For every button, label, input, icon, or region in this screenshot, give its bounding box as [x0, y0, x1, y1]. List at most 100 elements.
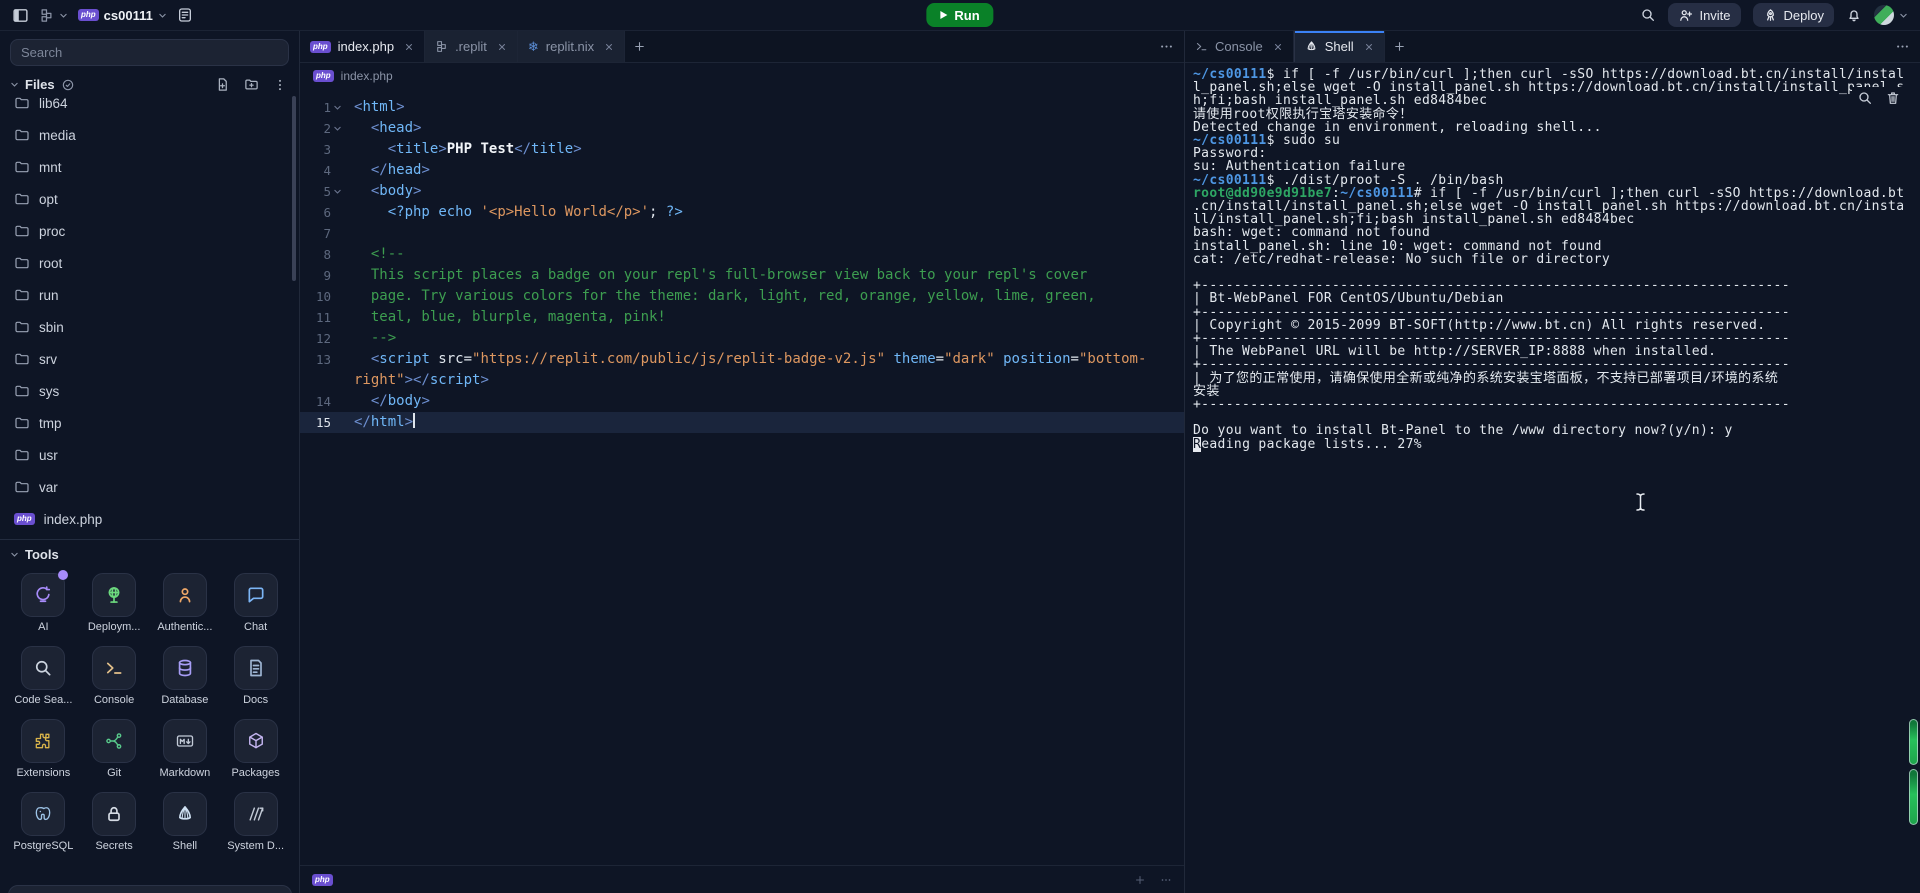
tab-index.php[interactable]: phpindex.php	[300, 31, 425, 62]
terminal[interactable]: ~/cs00111$ if [ -f /usr/bin/curl ];then …	[1185, 63, 1920, 893]
php-icon: php	[78, 9, 99, 21]
tab-shell[interactable]: Shell	[1294, 31, 1385, 62]
person-icon	[175, 585, 195, 605]
tool-ai[interactable]: AI	[8, 573, 79, 633]
tool-label: Authentic...	[150, 621, 221, 633]
tool-shell[interactable]: Shell	[150, 792, 221, 852]
chevron-down-icon[interactable]	[10, 550, 19, 559]
code-line[interactable]: 10 page. Try various colors for the them…	[300, 286, 1184, 307]
code-line[interactable]: 2 <head>	[300, 118, 1184, 139]
new-tab-button[interactable]	[633, 40, 646, 53]
tab-replit.nix[interactable]: ❄replit.nix	[518, 31, 625, 62]
scrollbar-thumb[interactable]	[1909, 769, 1918, 825]
chevron-down-icon	[158, 11, 167, 20]
invite-button[interactable]: Invite	[1668, 3, 1740, 27]
scrollbar-thumb[interactable]	[1909, 719, 1918, 765]
new-tab-button[interactable]	[1393, 40, 1406, 53]
sidebar-scrollbar[interactable]	[292, 96, 296, 281]
code-line[interactable]: 3 <title>PHP Test</title>	[300, 139, 1184, 160]
tool-console[interactable]: Console	[79, 646, 150, 706]
sidebar-toggle-icon[interactable]	[12, 7, 29, 24]
file-item-sys[interactable]: sys	[0, 375, 299, 407]
ellipsis-icon[interactable]	[1159, 39, 1174, 54]
file-item-opt[interactable]: opt	[0, 183, 299, 215]
code-line[interactable]: 11 teal, blue, blurple, magenta, pink!	[300, 307, 1184, 328]
file-item-mnt[interactable]: mnt	[0, 151, 299, 183]
tool-label: Deploym...	[79, 621, 150, 633]
code-line[interactable]: 8 <!--	[300, 244, 1184, 265]
tool-code-sea[interactable]: Code Sea...	[8, 646, 79, 706]
line-number: 6	[323, 202, 331, 223]
repl-menu[interactable]	[39, 8, 68, 23]
history-icon[interactable]	[177, 7, 193, 23]
tab-console[interactable]: Console	[1185, 31, 1294, 62]
tab-label: index.php	[338, 39, 394, 54]
tool-extensions[interactable]: Extensions	[8, 719, 79, 779]
file-item-var[interactable]: var	[0, 471, 299, 503]
trash-icon[interactable]	[1885, 90, 1901, 106]
file-item-usr[interactable]: usr	[0, 439, 299, 471]
close-icon[interactable]	[1273, 42, 1283, 52]
deploy-button[interactable]: Deploy	[1753, 3, 1834, 27]
tool-database[interactable]: Database	[150, 646, 221, 706]
file-item-tmp[interactable]: tmp	[0, 407, 299, 439]
file-label: usr	[39, 448, 58, 463]
account-menu[interactable]	[1874, 5, 1908, 25]
code-line[interactable]: 9 This script places a badge on your rep…	[300, 265, 1184, 286]
tool-docs[interactable]: Docs	[220, 646, 291, 706]
folder-icon	[14, 319, 30, 335]
tool-chat[interactable]: Chat	[220, 573, 291, 633]
code-area[interactable]: 1<html>2 <head>3 <title>PHP Test</title>…	[300, 89, 1184, 865]
code-line[interactable]: 1<html>	[300, 97, 1184, 118]
bell-icon[interactable]	[1846, 7, 1862, 23]
close-icon[interactable]	[1364, 42, 1374, 52]
tool-system-d[interactable]: System D...	[220, 792, 291, 852]
tool-git[interactable]: Git	[79, 719, 150, 779]
line-number: 15	[316, 412, 331, 433]
code-line[interactable]: 13 <script src="https://replit.com/publi…	[300, 349, 1184, 370]
breadcrumb: php index.php	[300, 63, 1184, 89]
tab-.replit[interactable]: .replit	[425, 31, 518, 62]
file-item-srv[interactable]: srv	[0, 343, 299, 375]
close-icon[interactable]	[404, 42, 414, 52]
tool-secrets[interactable]: Secrets	[79, 792, 150, 852]
line-gutter: 14	[300, 391, 348, 412]
search-input[interactable]: Search	[10, 39, 289, 66]
plus-icon[interactable]	[1134, 874, 1146, 886]
line-gutter: 2	[300, 118, 348, 139]
project-selector[interactable]: php cs00111	[78, 8, 167, 23]
tool-authentic[interactable]: Authentic...	[150, 573, 221, 633]
file-label: sbin	[39, 320, 64, 335]
code-line[interactable]: 12 -->	[300, 328, 1184, 349]
ellipsis-icon[interactable]	[1895, 39, 1910, 54]
close-icon[interactable]	[497, 42, 507, 52]
tool-postgresql[interactable]: PostgreSQL	[8, 792, 79, 852]
close-icon[interactable]	[604, 42, 614, 52]
file-item-sbin[interactable]: sbin	[0, 311, 299, 343]
shell-icon	[1305, 40, 1318, 53]
code-line[interactable]: 6 <?php echo '<p>Hello World</p>'; ?>	[300, 202, 1184, 223]
run-button[interactable]: Run	[926, 3, 993, 27]
code-line[interactable]: 15</html>	[300, 412, 1184, 433]
code-line[interactable]: 14 </body>	[300, 391, 1184, 412]
file-item-index.php[interactable]: phpindex.php	[0, 503, 299, 535]
help-button[interactable]: Help	[8, 885, 292, 893]
code-line[interactable]: 5 <body>	[300, 181, 1184, 202]
code-line[interactable]: 7	[300, 223, 1184, 244]
code-line[interactable]: 4 </head>	[300, 160, 1184, 181]
package-icon	[246, 731, 266, 751]
search-icon[interactable]	[1857, 90, 1873, 106]
file-item-media[interactable]: media	[0, 119, 299, 151]
tool-markdown[interactable]: Markdown	[150, 719, 221, 779]
editor-tab-bar: phpindex.php.replit❄replit.nix	[300, 31, 1184, 63]
search-icon[interactable]	[1640, 7, 1656, 23]
file-item-root[interactable]: root	[0, 247, 299, 279]
ellipsis-icon[interactable]	[1160, 874, 1172, 886]
tool-deploym[interactable]: Deploym...	[79, 573, 150, 633]
tool-packages[interactable]: Packages	[220, 719, 291, 779]
code-text: <!--	[348, 244, 405, 265]
file-item-proc[interactable]: proc	[0, 215, 299, 247]
file-item-lib64[interactable]: lib64	[0, 87, 299, 119]
code-line[interactable]: right"></script>	[300, 370, 1184, 391]
file-item-run[interactable]: run	[0, 279, 299, 311]
